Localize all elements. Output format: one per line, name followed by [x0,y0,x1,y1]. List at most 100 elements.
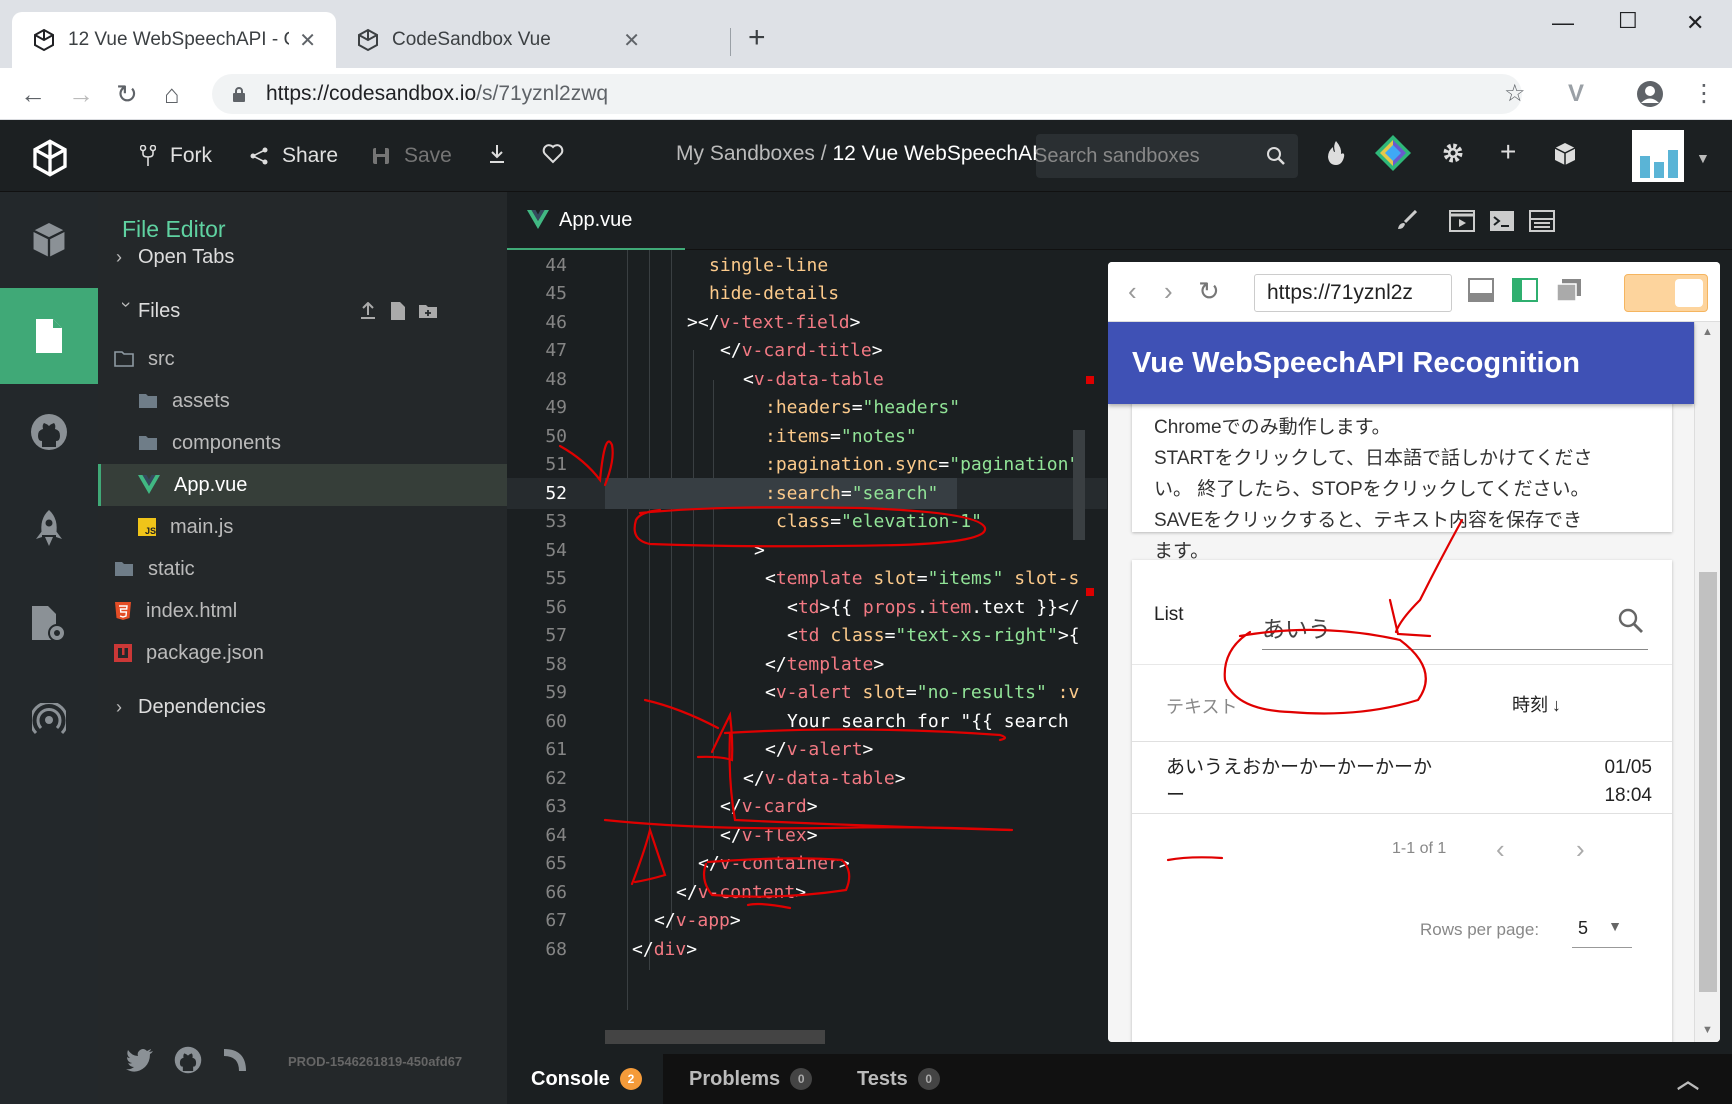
upload-file-icon[interactable] [360,301,376,326]
file-tree-item[interactable]: JS main.js [98,506,507,548]
column-header-text[interactable]: テキスト [1166,693,1237,719]
config-files-icon[interactable] [0,576,98,672]
vue-devtools-extension-icon[interactable]: V [1568,80,1584,108]
project-info-icon[interactable] [0,192,98,288]
new-folder-icon[interactable] [418,302,438,325]
fire-icon[interactable] [1326,140,1346,166]
code-line: 56 <td>{{ props.item.text }}</ [545,597,1080,618]
twitter-icon[interactable] [126,1048,154,1077]
preview-back-icon[interactable]: ‹ [1128,276,1137,306]
dependencies-section[interactable]: › Dependencies [98,686,507,728]
search-icon[interactable] [1618,608,1644,634]
new-tab-icon[interactable]: + [748,22,766,54]
folder-icon [138,435,158,451]
live-session-icon[interactable] [0,672,98,768]
preview-url-input[interactable]: https://71yznl2z [1254,274,1452,312]
maximize-icon[interactable]: ☐ [1618,8,1638,34]
preview-forward-icon[interactable]: › [1164,276,1173,306]
codesandbox-logo-icon[interactable] [30,138,70,178]
sandbox-name[interactable]: 12 Vue WebSpeechAPI [832,142,1052,165]
preview-scrollbar[interactable]: ▲ ▼ [1694,322,1720,1042]
spectrum-community-icon[interactable] [222,1047,248,1078]
preview-toggle-switch[interactable] [1624,274,1708,312]
open-tabs-section[interactable]: › Open Tabs [98,236,507,278]
prettify-brush-icon[interactable] [1397,210,1417,230]
folder-icon [114,561,134,577]
fork-button[interactable]: Fork [140,142,212,170]
preview-console-layout-icon[interactable] [1468,278,1494,302]
file-tree-item[interactable]: src [98,338,507,380]
breadcrumb-root[interactable]: My Sandboxes [676,142,815,165]
user-avatar[interactable] [1632,130,1684,182]
code-area[interactable]: 44 single-line 45 hide-details 46 ></v-text… [507,250,1107,1054]
next-page-icon[interactable]: › [1576,834,1585,864]
console-panel-icon[interactable] [1529,210,1555,232]
search-sandboxes-input[interactable]: Search sandboxes [1036,134,1298,178]
file-editor-icon[interactable] [0,288,98,384]
tab-console[interactable]: Console 2 [507,1054,663,1104]
file-tree-item[interactable]: assets [98,380,507,422]
github-icon[interactable] [174,1046,202,1079]
preview-new-window-icon[interactable] [1556,278,1582,302]
previous-page-icon[interactable]: ‹ [1496,834,1505,864]
search-input[interactable]: あいう [1262,600,1648,650]
editor-tab-bar: App.vue [507,192,1732,250]
new-sandbox-plus-icon[interactable]: + [1500,138,1516,166]
code-line: 47 </v-card-title> [545,340,883,361]
code-line: 55 <template slot="items" slot-s [545,568,1080,589]
code-line: 66 </v-content> [545,882,807,903]
browser-tab-active[interactable]: 12 Vue WebSpeechAPI - CodeSan ✕ [12,12,336,68]
tab-tests[interactable]: Tests 0 [837,1054,940,1104]
editor-vertical-scrollbar[interactable] [1073,430,1085,540]
close-tab-icon[interactable]: ✕ [623,28,640,53]
file-tree-item[interactable]: index.html [98,590,507,632]
back-icon[interactable]: ← [20,78,46,110]
editor-horizontal-scrollbar[interactable] [605,1030,825,1044]
code-line: 51:pagination.sync="pagination" [545,454,1080,475]
close-window-icon[interactable]: ✕ [1686,10,1704,36]
save-button[interactable]: Save [372,142,452,170]
cell-text: あいうえおかーかーかーかーかー [1166,757,1433,806]
terminal-icon[interactable] [1489,210,1515,232]
bookmark-star-icon[interactable]: ☆ [1504,80,1526,108]
browser-menu-icon[interactable]: ⋮ [1692,80,1716,108]
preview-split-layout-icon[interactable] [1512,278,1538,302]
file-tree-item-selected[interactable]: App.vue [98,464,507,506]
new-file-icon[interactable] [390,301,406,327]
browser-tab[interactable]: CodeSandbox Vue ✕ [336,12,660,68]
url-field[interactable]: https://codesandbox.io/s/71yznl2zwq [212,74,1522,114]
save-icon [372,147,390,165]
browser-preview-icon[interactable] [1449,210,1475,232]
close-tab-icon[interactable]: ✕ [299,28,316,53]
expand-panel-chevron-up-icon[interactable]: ︿ [1677,1054,1699,1104]
settings-gear-icon[interactable] [1442,142,1464,164]
patron-badge-icon[interactable] [1374,134,1412,172]
forward-icon[interactable]: → [68,78,94,110]
share-button[interactable]: Share [250,142,338,170]
like-heart-icon[interactable] [542,144,564,164]
reload-icon[interactable]: ↻ [116,78,138,110]
preview-refresh-icon[interactable]: ↻ [1198,276,1220,306]
file-tree-item[interactable]: components [98,422,507,464]
code-line: 68 </div> [545,939,698,960]
rows-per-page-select[interactable]: 5 ▼ [1572,914,1632,948]
github-icon[interactable] [0,384,98,480]
profile-icon[interactable] [1636,80,1664,115]
dashboard-box-icon[interactable] [1554,142,1576,166]
tab-problems[interactable]: Problems 0 [669,1054,813,1104]
minimize-icon[interactable]: — [1552,10,1574,36]
download-icon[interactable] [488,144,506,164]
chevron-down-icon[interactable]: ▼ [1696,150,1710,166]
app-toolbar: Vue WebSpeechAPI Recognition [1108,322,1694,404]
file-tree-item[interactable]: package.json [98,632,507,674]
home-icon[interactable]: ⌂ [164,78,180,110]
fork-label: Fork [170,144,212,167]
code-line: 54 > [545,540,765,561]
breadcrumb: My Sandboxes / 12 Vue WebSpeechAPI [676,142,1052,165]
deploy-rocket-icon[interactable] [0,480,98,576]
preview-app: Vue WebSpeechAPI Recognition Chromeでのみ動作… [1108,322,1720,1042]
file-tree-item[interactable]: static [98,548,507,590]
tab-app-vue[interactable]: App.vue [507,192,685,250]
files-section[interactable]: › Files [98,290,507,332]
column-header-time[interactable]: 時刻 ↓ [1512,691,1561,717]
